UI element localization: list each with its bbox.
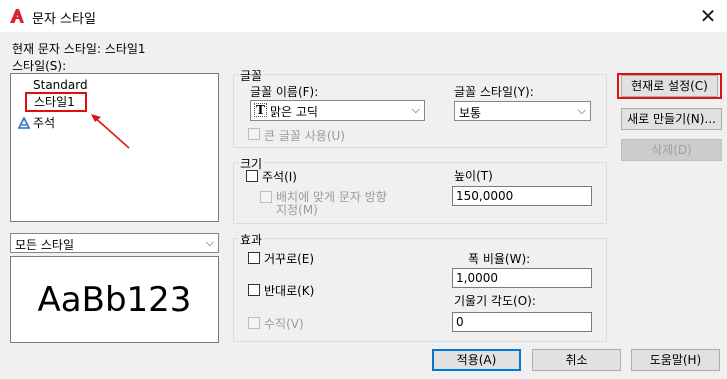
match-orientation-checkbox[interactable]: [260, 191, 272, 203]
list-item-annotative[interactable]: 주석: [33, 114, 55, 131]
annotative-label: 주석(I): [262, 170, 297, 184]
apply-button[interactable]: 적용(A): [432, 349, 521, 371]
match-orientation-label-2: 지정(M): [276, 203, 318, 217]
height-input[interactable]: 150,0000: [452, 186, 592, 206]
title-bar: 문자 스타일 ✕: [0, 0, 727, 32]
font-style-value: 보통: [459, 106, 482, 120]
chevron-down-icon: ⌵: [411, 103, 420, 116]
backwards-label: 반대로(K): [264, 284, 315, 298]
annotative-icon: [18, 117, 30, 129]
font-name-label: 글꼴 이름(F):: [250, 85, 319, 99]
height-label: 높이(T): [454, 169, 493, 183]
current-style-caption: 현재 문자 스타일:: [12, 42, 101, 56]
upside-down-label: 거꾸로(E): [264, 252, 315, 266]
list-item-standard[interactable]: Standard: [33, 78, 88, 92]
set-current-button[interactable]: 현재로 설정(C): [621, 75, 718, 97]
chevron-down-icon: ⌵: [577, 104, 586, 117]
style-filter-value: 모든 스타일: [15, 238, 75, 252]
list-item-style1-label: 스타일1: [34, 95, 75, 109]
font-group-title: 글꼴: [238, 67, 265, 84]
red-arrow-annotation: [91, 114, 130, 149]
font-style-label: 글꼴 스타일(Y):: [454, 85, 534, 99]
annotative-checkbox[interactable]: [246, 170, 258, 182]
window-title: 문자 스타일: [32, 12, 96, 27]
truetype-font-icon: T: [256, 103, 265, 117]
vertical-checkbox[interactable]: [248, 317, 260, 329]
styles-listbox[interactable]: Standard 스타일1 주석: [10, 73, 219, 222]
big-font-label: 큰 글꼴 사용(U): [264, 129, 345, 143]
close-icon[interactable]: ✕: [694, 2, 722, 30]
styles-label: 스타일(S):: [12, 59, 67, 73]
vertical-label: 수직(V): [264, 317, 304, 331]
backwards-checkbox[interactable]: [248, 284, 260, 296]
list-item-style1[interactable]: 스타일1: [25, 92, 87, 112]
current-style-label: 현재 문자 스타일: 스타일1: [12, 40, 146, 57]
autocad-app-icon: [10, 9, 24, 23]
effects-group-title: 효과: [238, 231, 265, 248]
preview-box: AaBb123: [10, 256, 219, 343]
font-name-select[interactable]: T 맑은 고딕 ⌵: [250, 100, 425, 121]
font-name-value: 맑은 고딕: [270, 105, 318, 119]
big-font-checkbox[interactable]: [248, 128, 260, 140]
preview-text: AaBb123: [37, 279, 192, 320]
width-factor-input[interactable]: 1,0000: [452, 268, 592, 288]
width-factor-label: 폭 비율(W):: [468, 252, 531, 266]
new-button[interactable]: 새로 만들기(N)...: [621, 108, 722, 130]
upside-down-checkbox[interactable]: [248, 252, 260, 264]
chevron-down-icon: ⌵: [205, 236, 214, 249]
help-button[interactable]: 도움말(H): [631, 349, 720, 371]
delete-button[interactable]: 삭제(D): [621, 139, 722, 161]
font-style-select[interactable]: 보통 ⌵: [454, 101, 591, 121]
oblique-angle-label: 기울기 각도(O):: [454, 294, 536, 308]
current-style-value: 스타일1: [104, 42, 146, 56]
oblique-angle-input[interactable]: 0: [452, 312, 592, 332]
style-filter-select[interactable]: 모든 스타일 ⌵: [10, 233, 219, 253]
cancel-button[interactable]: 취소: [532, 349, 621, 371]
